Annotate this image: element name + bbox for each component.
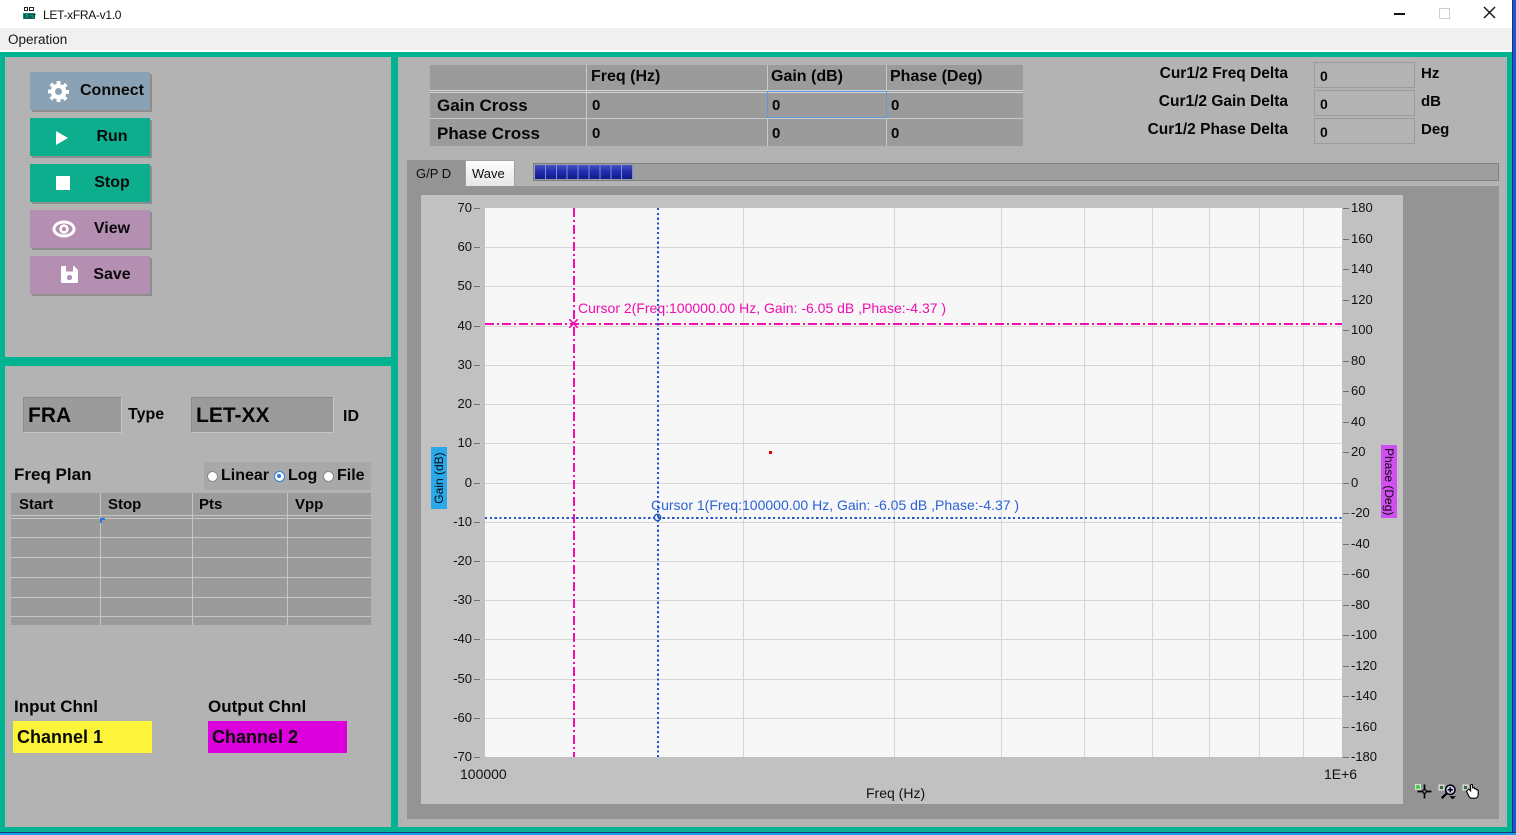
svg-text:LET: LET bbox=[24, 14, 36, 21]
